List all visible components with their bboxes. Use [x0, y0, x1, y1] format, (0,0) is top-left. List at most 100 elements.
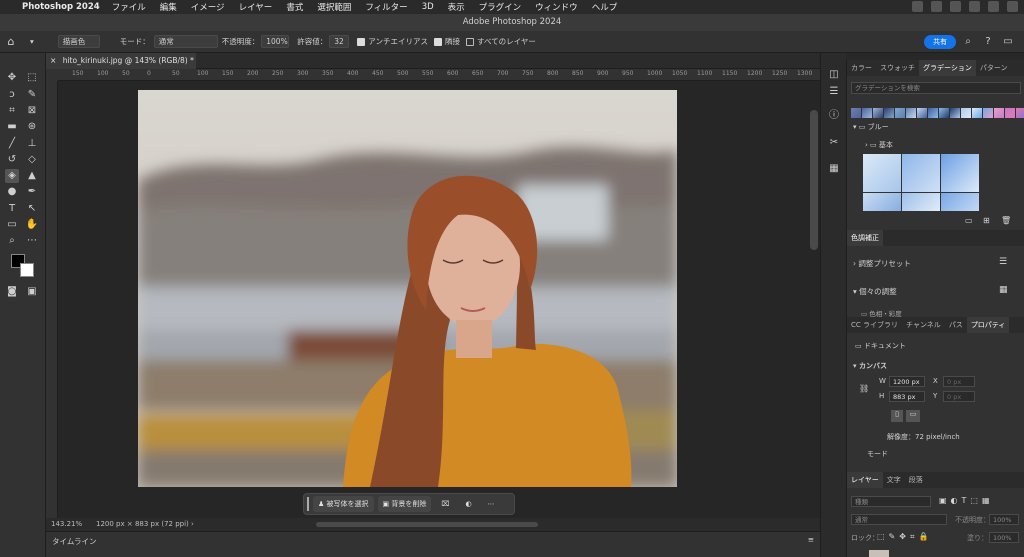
gradient-preset-swatch[interactable] [851, 108, 861, 118]
gradient-swatch[interactable] [902, 193, 940, 211]
type-tool-icon[interactable]: T [5, 202, 19, 216]
gradient-preset-swatch[interactable] [895, 108, 905, 118]
menu-filter[interactable]: フィルター [365, 1, 407, 13]
menu-file[interactable]: ファイル [112, 1, 146, 13]
opacity-input[interactable]: 100% [261, 35, 290, 48]
search-icon[interactable]: ⌕ [962, 36, 974, 48]
gradient-preset-swatch[interactable] [950, 108, 960, 118]
hand-tool-icon[interactable]: ✋ [25, 218, 39, 232]
portrait-orientation-icon[interactable]: ▯ [891, 410, 903, 422]
height-input[interactable]: 883 px [889, 391, 925, 402]
eraser-tool-icon[interactable]: ◇ [25, 153, 39, 167]
tab-layers[interactable]: レイヤー [847, 472, 883, 488]
filter-icons[interactable]: ▣◐T⬚▦ [939, 496, 994, 505]
app-name-menu[interactable]: Photoshop 2024 [22, 2, 100, 12]
screen-mode-icon[interactable]: ▣ [25, 285, 39, 299]
spot-healing-tool-icon[interactable]: ⊛ [25, 120, 39, 134]
eyedropper-tool-icon[interactable]: ▬ [5, 120, 19, 134]
document-tab[interactable]: × hito_kirinuki.jpg @ 143% (RGB/8) * [46, 53, 196, 69]
tab-cc-libraries[interactable]: CC ライブラリ [847, 317, 902, 333]
remove-background-button[interactable]: ▣ 背景を削除 [377, 496, 432, 512]
menu-help[interactable]: ヘルプ [592, 1, 618, 13]
object-select-tool-icon[interactable]: ✎ [25, 88, 39, 102]
gradient-preset-swatch[interactable] [983, 108, 993, 118]
menu-window[interactable]: ウィンドウ [535, 1, 578, 13]
menu-3d[interactable]: 3D [422, 2, 434, 12]
gradient-preset-swatch[interactable] [961, 108, 971, 118]
blur-tool-icon[interactable]: ▲ [25, 169, 39, 183]
paint-bucket-preset-icon[interactable]: ▾ [30, 37, 34, 46]
brush-tool-icon[interactable]: ╱ [5, 137, 19, 151]
transform-icon[interactable]: ⌧ [441, 500, 449, 508]
gradient-preset-swatch[interactable] [1016, 108, 1024, 118]
frame-tool-icon[interactable]: ⊠ [25, 104, 39, 118]
menu-edit[interactable]: 編集 [160, 1, 177, 13]
crop-tool-icon[interactable]: ⌗ [5, 104, 19, 118]
tab-gradients[interactable]: グラデーション [919, 60, 976, 76]
gradient-swatch[interactable] [863, 154, 901, 192]
gradient-subgroup-basic[interactable]: › ▭ 基本 [865, 140, 893, 150]
gradient-group-blue[interactable]: ▾ ▭ ブルー [853, 122, 889, 132]
gradient-search-input[interactable]: グラデーションを検索 [851, 82, 1021, 94]
tab-color[interactable]: カラー [847, 60, 876, 76]
timeline-label[interactable]: タイムライン [52, 537, 96, 546]
tray-icon[interactable] [950, 1, 961, 12]
tab-adjustments[interactable]: 色調補正 [847, 230, 883, 246]
gradient-preset-swatch[interactable] [928, 108, 938, 118]
horizontal-scrollbar-thumb[interactable] [316, 522, 538, 527]
tab-swatches[interactable]: スウォッチ [876, 60, 919, 76]
canvas-section[interactable]: ▾ カンバス [853, 361, 887, 371]
adjustment-presets-row[interactable]: › 調整プリセット [853, 258, 911, 269]
image-panel-icon[interactable]: ▦ [828, 163, 840, 175]
tab-character[interactable]: 文字 [883, 472, 905, 488]
gradient-swatch[interactable] [902, 154, 940, 192]
landscape-orientation-icon[interactable]: ▭ [906, 410, 920, 422]
input-method-icon[interactable] [988, 1, 999, 12]
gradient-preset-swatch[interactable] [939, 108, 949, 118]
lasso-tool-icon[interactable]: ↄ [5, 88, 19, 102]
menu-view[interactable]: 表示 [448, 1, 465, 13]
fill-source-select[interactable]: 描画色 [57, 35, 100, 48]
tab-properties[interactable]: プロパティ [966, 317, 1010, 333]
zoom-level[interactable]: 143.21% [51, 518, 82, 531]
select-subject-button[interactable]: ♟ 被写体を選択 [313, 496, 374, 512]
y-input[interactable]: 0 px [943, 391, 975, 402]
gradient-preset-swatch[interactable] [994, 108, 1004, 118]
width-input[interactable]: 1200 px [889, 376, 925, 387]
vertical-scrollbar-thumb[interactable] [810, 110, 818, 250]
help-icon[interactable]: ? [982, 36, 994, 48]
menu-layer[interactable]: レイヤー [239, 1, 273, 13]
tolerance-input[interactable]: 32 [329, 35, 350, 48]
zoom-tool-icon[interactable]: ⌕ [5, 234, 19, 248]
new-gradient-icon[interactable]: ⊞ [983, 216, 990, 225]
menu-image[interactable]: イメージ [191, 1, 225, 13]
gradient-preset-swatch[interactable] [884, 108, 894, 118]
tab-paths[interactable]: パス [945, 317, 967, 333]
share-button[interactable]: 共有 [924, 35, 956, 49]
background-color-swatch[interactable] [20, 263, 34, 277]
layer-kind-filter[interactable]: 種類 [851, 496, 931, 507]
tab-paragraph[interactable]: 段落 [905, 472, 927, 488]
blend-mode-select[interactable]: 通常 [851, 514, 947, 525]
fill-input[interactable]: 100% [989, 532, 1019, 543]
status-chevron-icon[interactable]: › [191, 518, 194, 531]
workspace-icon[interactable]: ▭ [1002, 36, 1014, 48]
panel-menu-icon[interactable]: ≡ [808, 535, 814, 544]
link-icon[interactable]: ⛓ [859, 384, 869, 393]
gradient-swatch[interactable] [941, 193, 979, 211]
new-group-icon[interactable]: ▭ [965, 216, 973, 225]
layer-thumbnail[interactable] [869, 550, 889, 557]
close-tab-icon[interactable]: × [50, 56, 56, 65]
tray-icon[interactable] [969, 1, 980, 12]
adjust-icon[interactable]: ◐ [465, 500, 471, 508]
menu-plugins[interactable]: プラグイン [479, 1, 522, 13]
lock-icons[interactable]: ⬚✎✥⌗🔒 [877, 532, 932, 542]
gradient-preset-swatch[interactable] [862, 108, 872, 118]
menu-type[interactable]: 書式 [286, 1, 303, 13]
shape-tool-icon[interactable]: ▭ [5, 218, 19, 232]
marquee-tool-icon[interactable]: ⬚ [25, 71, 39, 85]
control-center-icon[interactable] [1007, 1, 1018, 12]
document-canvas-photo[interactable] [138, 90, 677, 487]
home-icon[interactable]: ⌂ [0, 35, 22, 48]
move-tool-icon[interactable]: ✥ [5, 71, 19, 85]
